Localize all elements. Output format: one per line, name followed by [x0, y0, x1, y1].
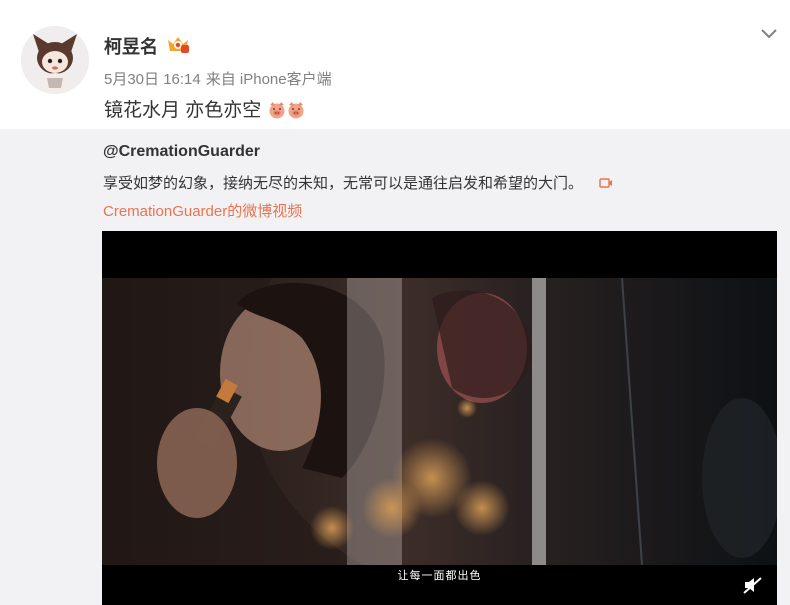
video-player[interactable]: 让每一面都出色 [102, 231, 777, 605]
repost-author[interactable]: @CremationGuarder [103, 143, 260, 161]
pig-face-emoji-icon [288, 102, 304, 119]
repost-card: @CremationGuarder 享受如梦的幻象，接纳无尽的未知，无常可以是通… [0, 129, 790, 605]
chevron-down-icon[interactable] [758, 24, 780, 42]
avatar[interactable] [21, 26, 89, 94]
repost-text: 享受如梦的幻象，接纳无尽的未知，无常可以是通往启发和希望的大门。 [103, 175, 584, 192]
video-camera-icon[interactable] [599, 177, 613, 189]
pig-face-emoji-icon [269, 102, 285, 119]
username[interactable]: 柯昱名 [104, 33, 158, 59]
post-source: 来自 iPhone客户端 [205, 71, 332, 88]
repost-content: 享受如梦的幻象，接纳无尽的未知，无常可以是通往启发和希望的大门。 [103, 172, 613, 193]
speaker-muted-icon[interactable] [742, 575, 764, 595]
post-header: 柯昱名 5月30日 16:14 来自 iPhone客户端 镜花水月 亦色亦空 [0, 0, 790, 129]
video-subtitle: 让每一面都出色 [397, 570, 482, 582]
post-content: 镜花水月 亦色亦空 [104, 95, 305, 122]
post-text: 镜花水月 亦色亦空 [104, 100, 262, 121]
video-source-link[interactable]: CremationGuarder的微博视频 [103, 200, 302, 221]
post-meta: 5月30日 16:14 来自 iPhone客户端 [104, 68, 337, 89]
video-frame [102, 278, 777, 565]
post-date[interactable]: 5月30日 16:14 [104, 71, 201, 88]
vip-badge-icon[interactable] [166, 34, 190, 54]
